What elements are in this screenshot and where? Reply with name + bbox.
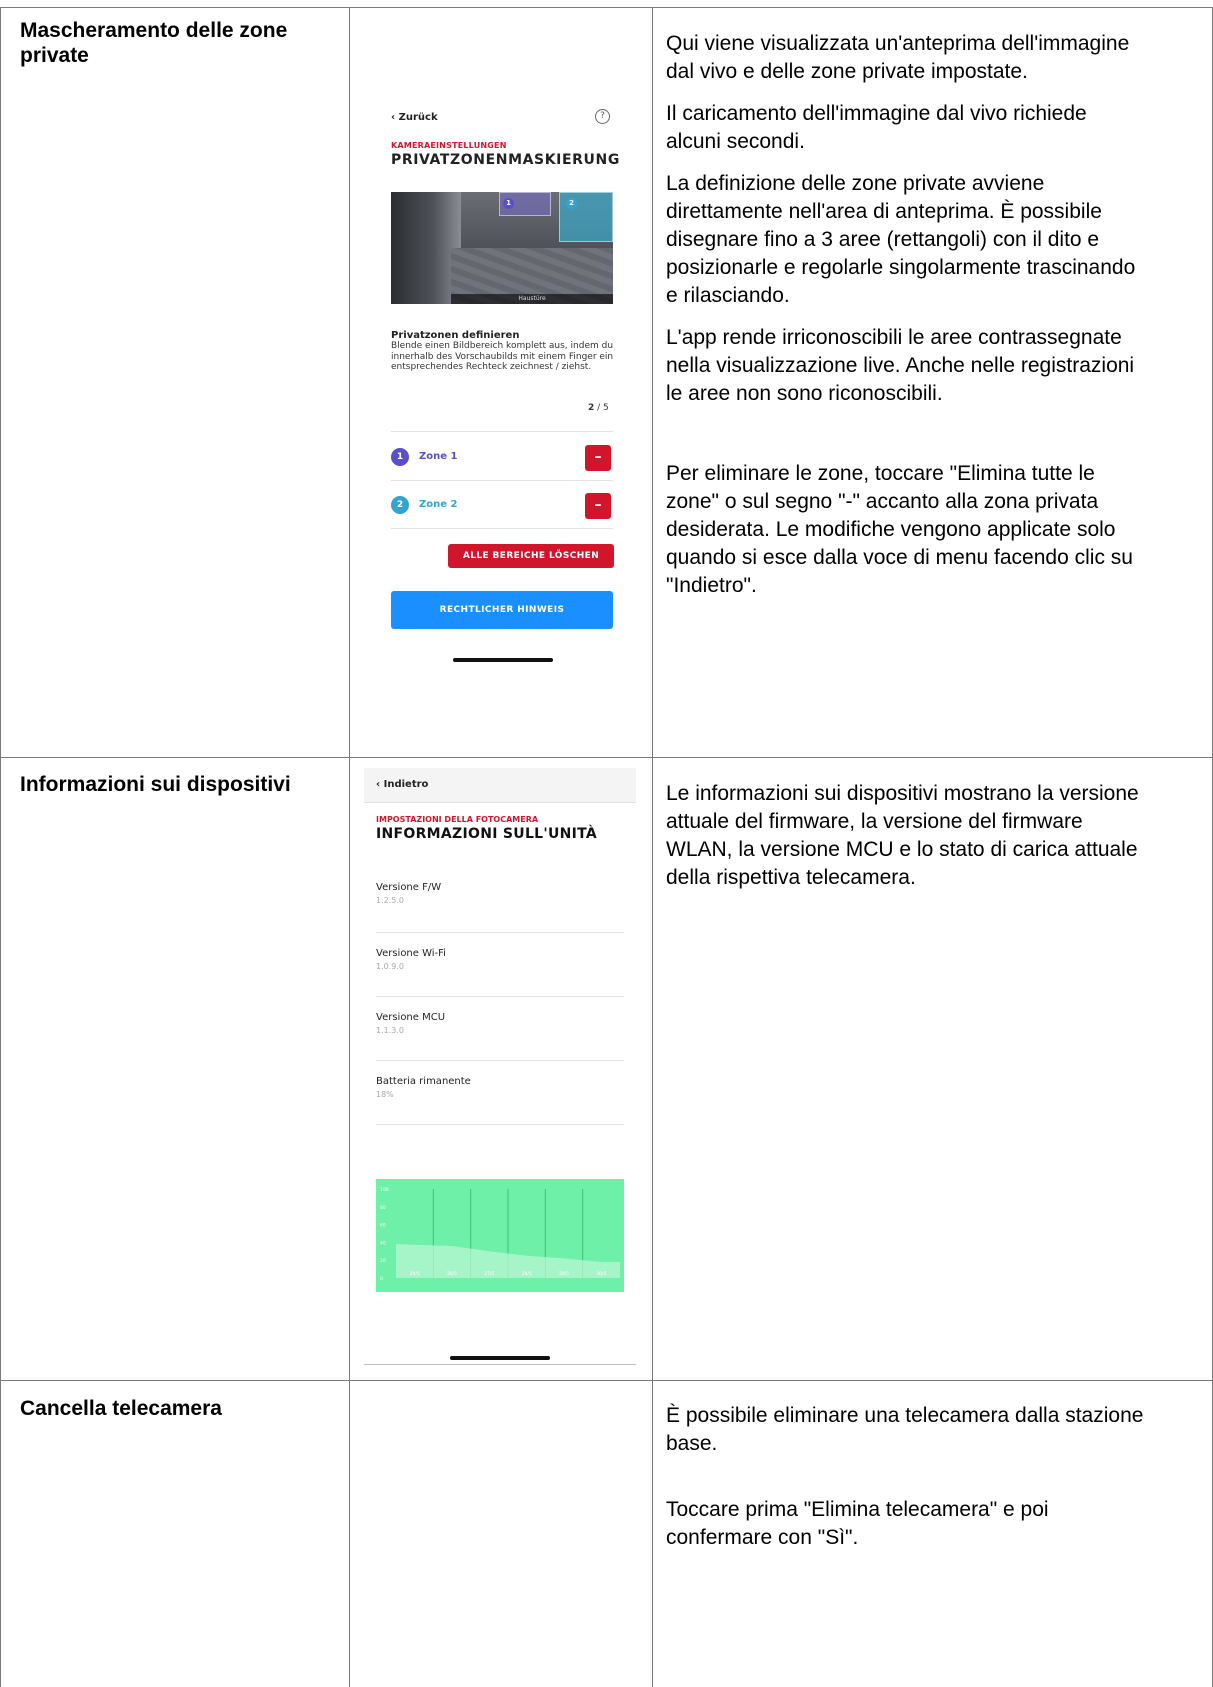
divider xyxy=(391,431,613,432)
row-description-delete-camera: È possibile eliminare una telecamera dal… xyxy=(666,1402,1146,1566)
legal-notice-button[interactable]: RECHTLICHER HINWEIS xyxy=(391,591,613,629)
zone-badge-2: 2 xyxy=(566,198,577,209)
mcu-version-item: Versione MCU 1.1.3.0 xyxy=(376,1012,624,1035)
item-label: Versione Wi-Fi xyxy=(376,948,446,959)
chart-y-tick-label: 80 xyxy=(380,1205,386,1211)
row-title-privacy-masking: Mascheramento delle zone private xyxy=(20,19,288,67)
paragraph: Le informazioni sui dispositivi mostrano… xyxy=(666,782,1139,889)
home-indicator xyxy=(453,658,553,662)
zone-row-2: 2 Zone 2 – xyxy=(391,493,613,519)
counter-total: / 5 xyxy=(597,403,609,413)
zone-number-badge: 2 xyxy=(391,496,409,514)
battery-history-chart: 100 80 60 40 20 0 20/5 26/5 27/5 28/5 29/5 30/5 xyxy=(376,1179,624,1292)
row-divider-1 xyxy=(0,757,1213,758)
back-button[interactable]: ‹ Zurück xyxy=(391,112,438,123)
item-value: 1.1.3.0 xyxy=(376,1026,404,1035)
paragraph: Toccare prima "Elimina telecamera" e poi… xyxy=(666,1498,1049,1549)
back-label: Indietro xyxy=(383,779,429,790)
zone-label: Zone 2 xyxy=(419,499,458,510)
chart-x-tick-label: 28/5 xyxy=(522,1271,532,1277)
zone-label: Zone 1 xyxy=(419,451,458,462)
chart-y-tick-label: 40 xyxy=(380,1240,386,1246)
chart-y-tick-label: 100 xyxy=(380,1187,389,1193)
row-divider-2 xyxy=(0,1380,1213,1381)
row-description-device-info: Le informazioni sui dispositivi mostrano… xyxy=(666,780,1146,906)
nav-bar: ‹ Indietro xyxy=(364,768,636,803)
paragraph: L'app rende irriconoscibili le aree cont… xyxy=(666,326,1135,405)
item-label: Versione MCU xyxy=(376,1012,446,1023)
home-indicator xyxy=(450,1356,550,1360)
back-button[interactable]: ‹ Indietro xyxy=(376,779,428,790)
zone-counter: 2 / 5 xyxy=(588,403,609,413)
screen-title: INFORMAZIONI SULL'UNITÀ xyxy=(376,826,598,842)
column-divider-2 xyxy=(652,7,653,1687)
zone-badge-1: 1 xyxy=(503,198,514,209)
screenshot-bottom-edge xyxy=(364,1364,636,1365)
chart-x-tick-label: 27/5 xyxy=(484,1271,494,1277)
remove-zone-2-button[interactable]: – xyxy=(585,493,611,519)
divider xyxy=(391,480,613,481)
chart-y-tick-label: 20 xyxy=(380,1258,386,1264)
section-kicker: KAMERAEINSTELLUNGEN xyxy=(391,141,507,150)
table-border-top xyxy=(0,7,1213,8)
back-label: Zurück xyxy=(398,112,438,123)
counter-current: 2 xyxy=(588,403,595,413)
divider xyxy=(376,1060,624,1061)
battery-remaining-item: Batteria rimanente 18% xyxy=(376,1076,624,1099)
delete-all-zones-button[interactable]: ALLE BEREICHE LÖSCHEN xyxy=(448,544,614,568)
item-value: 18% xyxy=(376,1090,394,1099)
paragraph: Il caricamento dell'immagine dal vivo ri… xyxy=(666,102,1087,153)
chart-x-tick-label: 20/5 xyxy=(410,1271,420,1277)
paragraph: È possibile eliminare una telecamera dal… xyxy=(666,1404,1144,1455)
section-kicker: IMPOSTAZIONI DELLA FOTOCAMERA xyxy=(376,815,539,824)
remove-zone-1-button[interactable]: – xyxy=(585,445,611,471)
divider xyxy=(376,1124,624,1125)
zone-number-badge: 1 xyxy=(391,448,409,466)
privacy-masking-screenshot: ‹ Zurück ? KAMERAEINSTELLUNGEN PRIVATZON… xyxy=(378,108,628,708)
divider xyxy=(391,528,613,529)
live-preview[interactable]: 1 2 Haustüre xyxy=(391,192,613,304)
column-divider-1 xyxy=(349,7,350,1687)
screen-title: PRIVATZONENMASKIERUNG xyxy=(391,152,620,168)
preview-caption: Haustüre xyxy=(451,294,613,304)
zone-row-1: 1 Zone 1 – xyxy=(391,445,613,471)
chart-y-tick-label: 0 xyxy=(380,1276,383,1282)
divider xyxy=(376,996,624,997)
device-info-screenshot: ‹ Indietro IMPOSTAZIONI DELLA FOTOCAMERA… xyxy=(364,768,636,1368)
item-label: Versione F/W xyxy=(376,882,442,893)
paragraph: La definizione delle zone private avvien… xyxy=(666,172,1136,307)
paragraph: Qui viene visualizzata un'anteprima dell… xyxy=(666,32,1130,83)
paragraph: Per eliminare le zone, toccare "Elimina … xyxy=(666,462,1133,597)
chart-svg: 100 80 60 40 20 0 20/5 26/5 27/5 28/5 29/5 30/5 xyxy=(380,1187,620,1282)
chart-x-tick-label: 29/5 xyxy=(559,1271,569,1277)
chart-y-tick-label: 60 xyxy=(380,1223,386,1229)
instructions-heading: Privatzonen definieren xyxy=(391,330,520,341)
item-value: 1.0.9.0 xyxy=(376,962,404,971)
item-value: 1.2.5.0 xyxy=(376,896,404,905)
table-border-left xyxy=(0,7,1,1687)
firmware-version-item: Versione F/W 1.2.5.0 xyxy=(376,882,624,905)
wifi-version-item: Versione Wi-Fi 1.0.9.0 xyxy=(376,948,624,971)
row-description-privacy-masking: Qui viene visualizzata un'anteprima dell… xyxy=(666,30,1146,614)
divider xyxy=(376,932,624,933)
instructions-text: Blende einen Bildbereich komplett aus, i… xyxy=(391,341,614,372)
row-title-delete-camera: Cancella telecamera xyxy=(20,1397,222,1420)
chart-x-tick-label: 30/5 xyxy=(596,1271,606,1277)
row-title-device-info: Informazioni sui dispositivi xyxy=(20,773,291,796)
help-icon[interactable]: ? xyxy=(595,109,610,124)
chart-x-tick-label: 26/5 xyxy=(447,1271,457,1277)
item-label: Batteria rimanente xyxy=(376,1076,471,1087)
